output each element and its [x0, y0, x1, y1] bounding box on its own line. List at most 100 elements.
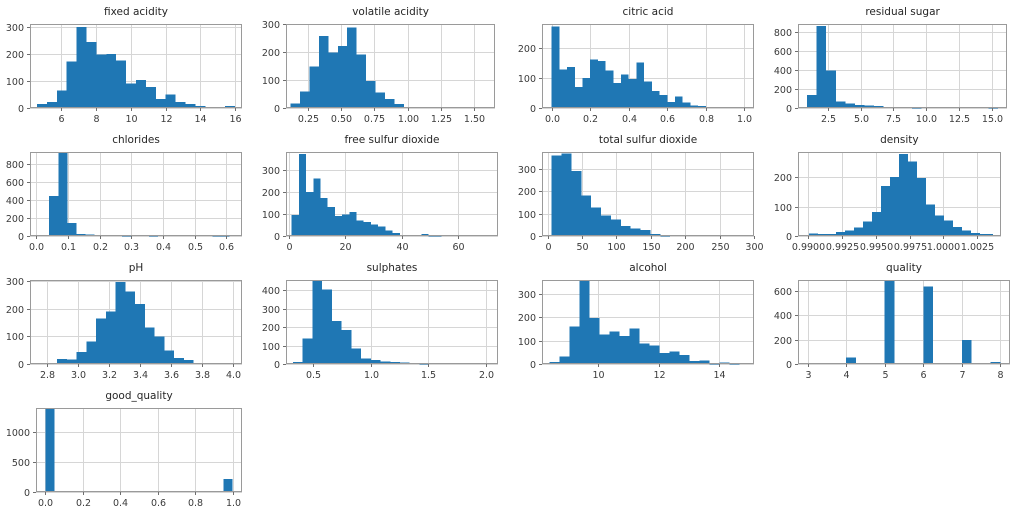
histogram-bar [551, 155, 562, 236]
y-tick-label: 200 [6, 214, 24, 225]
histogram-subplot-residual-sugar: residual sugar 2.5 5.0 7.5 10.0 12.5 15.0 0 200 4… [768, 2, 1024, 130]
histogram-bar [135, 303, 145, 364]
x-tick-label: 1.0 [226, 498, 241, 509]
x-tick-label: 0 [545, 242, 551, 253]
x-tick-label: 0.4 [113, 498, 128, 509]
histogram-bar [370, 224, 379, 236]
y-tick-label: 0 [530, 104, 536, 115]
y-tick-label: 200 [262, 323, 280, 334]
x-tick-label: 7 [959, 370, 965, 381]
x-tick-label: 8 [997, 370, 1003, 381]
histogram-bar [349, 212, 357, 236]
histogram-bar [561, 153, 572, 236]
x-tick-label: 0.9975 [894, 242, 927, 253]
histogram-bar [890, 177, 899, 236]
y-tick-label: 300 [518, 165, 536, 176]
histogram-bar [674, 96, 683, 108]
x-tick-label: 0.9925 [826, 242, 859, 253]
x-tick-label: 1.0 [737, 114, 752, 125]
histogram-bar [378, 226, 386, 236]
x-tick-label: 3.2 [102, 370, 117, 381]
histogram-bar [961, 339, 972, 364]
histogram-bar [165, 94, 176, 108]
y-tick-label: 200 [6, 305, 24, 316]
x-tick-label: 12.5 [949, 114, 970, 125]
x-tick-label: 3 [805, 370, 811, 381]
histogram-bar [116, 60, 127, 108]
histogram-bar [630, 228, 641, 236]
histogram-bar [582, 78, 591, 108]
y-tick-label: 200 [518, 44, 536, 55]
histogram-bar [105, 311, 116, 364]
histogram-bar [679, 354, 690, 364]
histogram-bar [56, 90, 67, 108]
x-tick-label: 1.50 [464, 114, 485, 125]
subplot-title: density [880, 134, 919, 146]
histogram-bar [872, 211, 882, 236]
x-tick-label: 0.9900 [792, 242, 825, 253]
histogram-bar [644, 81, 652, 108]
y-tick-label: 0 [786, 360, 792, 371]
histogram-bar [620, 226, 631, 236]
x-tick-label: 1.0000 [927, 242, 960, 253]
histogram-bar [145, 86, 156, 108]
x-tick-label: 4.0 [226, 370, 241, 381]
subplot-title: citric acid [623, 6, 674, 18]
x-tick-label: 1.5 [421, 370, 436, 381]
x-tick-label: 0.75 [364, 114, 385, 125]
histogram-bar [337, 45, 348, 108]
x-tick-label: 0.0 [29, 242, 44, 253]
y-tick-label: 0 [274, 104, 280, 115]
x-tick-label: 0.5 [188, 242, 203, 253]
histogram-bar [223, 478, 233, 492]
histogram-bar [309, 66, 319, 108]
y-tick-label: 300 [262, 166, 280, 177]
histogram-bar [610, 219, 621, 236]
y-tick-label: 100 [518, 74, 536, 85]
histogram-bar [854, 227, 864, 236]
histogram-bar [126, 83, 136, 108]
histogram-bar [629, 328, 640, 364]
histogram-bar [835, 101, 846, 108]
y-tick-label: 800 [774, 28, 792, 39]
histogram-bar [312, 280, 323, 364]
x-tick-label: 0.2 [583, 114, 598, 125]
histogram-bar [86, 42, 97, 108]
y-tick-label: 400 [262, 286, 280, 297]
histogram-subplot-ph: pH 2.8 3.0 3.2 3.4 3.6 3.8 4.0 0 100 200 300 [0, 258, 256, 386]
subplot-title: good_quality [105, 390, 172, 402]
x-tick-label: 1.0025 [961, 242, 994, 253]
histogram-bar [628, 79, 637, 108]
x-tick-label: 100 [607, 242, 625, 253]
histogram-bar [923, 286, 933, 364]
x-tick-label: 0.8 [699, 114, 714, 125]
histogram-bar [884, 281, 895, 364]
x-tick-label: 0.9950 [860, 242, 893, 253]
subplot-title: residual sugar [865, 6, 940, 18]
x-tick-label: 0.6 [151, 498, 166, 509]
histogram-bar [58, 152, 68, 236]
y-tick-label: 300 [518, 290, 536, 301]
histogram-bar [807, 94, 817, 108]
y-tick-label: 600 [6, 178, 24, 189]
histogram-bar [76, 351, 87, 364]
histogram-bar [341, 330, 352, 364]
y-tick-label: 400 [774, 66, 792, 77]
y-tick-label: 0 [24, 488, 30, 499]
x-tick-label: 0.0 [38, 498, 53, 509]
histogram-bar [863, 221, 873, 236]
histogram-bar [925, 204, 935, 236]
histogram-bar [907, 161, 917, 236]
y-tick-label: 100 [6, 77, 24, 88]
histogram-subplot-citric-acid: citric acid 0.0 0.2 0.4 0.6 0.8 1.0 0 100 200 [512, 2, 768, 130]
x-tick-label: 250 [711, 242, 729, 253]
y-tick-label: 300 [6, 23, 24, 34]
histogram-bar [898, 154, 908, 236]
histogram-bar [76, 26, 87, 108]
histogram-bar [356, 54, 367, 108]
x-tick-label: 6 [920, 370, 926, 381]
y-tick-label: 0 [18, 232, 24, 243]
x-tick-label: 1.00 [398, 114, 419, 125]
y-tick-label: 100 [518, 337, 536, 348]
histogram-subplot-volatile-acidity: volatile acidity 0.25 0.50 0.75 1.00 1.25 1.50… [256, 2, 512, 130]
